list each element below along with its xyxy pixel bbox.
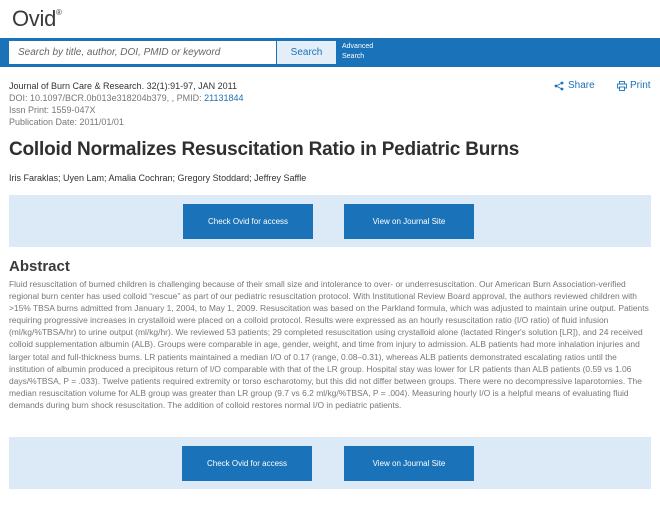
advanced-search-label-1: Advanced	[342, 43, 374, 50]
print-button[interactable]: Print	[617, 80, 651, 91]
access-panel-bottom: Check Ovid for access View on Journal Si…	[9, 437, 651, 489]
issn-line: Issn Print: 1559-047X	[9, 105, 96, 115]
site-header: Ovid®	[0, 0, 660, 38]
logo-text: Ovid	[12, 6, 57, 31]
pmid-label: , PMID:	[171, 93, 202, 103]
view-journal-site-button[interactable]: View on Journal Site	[344, 204, 474, 239]
article-title: Colloid Normalizes Resuscitation Ratio i…	[9, 139, 520, 160]
search-bar: Search Advanced Search	[0, 38, 660, 67]
share-icon	[554, 81, 564, 90]
search-input[interactable]	[9, 41, 276, 64]
abstract-heading: Abstract	[9, 258, 70, 275]
view-journal-site-button[interactable]: View on Journal Site	[344, 446, 474, 481]
print-label: Print	[630, 80, 651, 91]
check-ovid-access-button[interactable]: Check Ovid for access	[183, 204, 313, 239]
doi-text: DOI: 10.1097/BCR.0b013e318204b379,	[9, 93, 170, 103]
share-button[interactable]: Share	[554, 80, 595, 91]
ovid-logo[interactable]: Ovid®	[12, 6, 62, 32]
search-button[interactable]: Search	[277, 41, 336, 64]
access-panel-top: Check Ovid for access View on Journal Si…	[9, 195, 651, 247]
abstract-body: Fluid resuscitation of burned children i…	[9, 279, 649, 410]
article-authors: Iris Faraklas; Uyen Lam; Amalia Cochran;…	[9, 173, 307, 183]
advanced-search-link[interactable]: Advanced Search	[342, 42, 382, 62]
journal-citation: Journal of Burn Care & Research. 32(1):9…	[9, 81, 237, 91]
registered-mark: ®	[56, 7, 62, 17]
doi-line: DOI: 10.1097/BCR.0b013e318204b379, , PMI…	[9, 92, 244, 104]
pmid-link[interactable]: 21131844	[204, 93, 243, 103]
check-ovid-access-button[interactable]: Check Ovid for access	[182, 446, 312, 481]
article-metadata: Journal of Burn Care & Research. 32(1):9…	[9, 80, 244, 128]
print-icon	[617, 80, 627, 91]
publication-date: Publication Date: 2011/01/01	[9, 117, 124, 127]
share-label: Share	[568, 80, 595, 91]
advanced-search-label-2: Search	[342, 53, 365, 60]
